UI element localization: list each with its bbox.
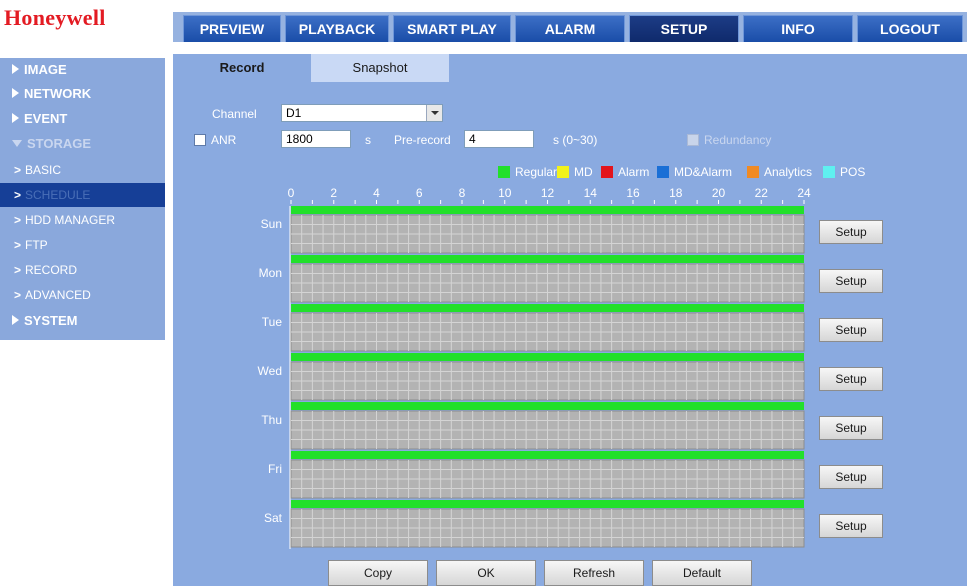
sidebar-section-label: EVENT: [24, 111, 68, 126]
chevron-right-icon: >: [14, 188, 22, 202]
setup-button-mon[interactable]: Setup: [819, 269, 883, 293]
chevron-right-icon: >: [14, 263, 22, 277]
schedule-bar-wed[interactable]: [291, 353, 804, 361]
sidebar-item-label: SCHEDULE: [25, 188, 91, 202]
chevron-right-icon: >: [14, 163, 22, 177]
chevron-right-icon: >: [14, 288, 22, 302]
sidebar-section-label: STORAGE: [27, 136, 92, 151]
x-tick-label: 20: [712, 186, 726, 200]
sidebar-item-schedule[interactable]: > SCHEDULE: [0, 183, 165, 207]
copy-button[interactable]: Copy: [328, 560, 428, 586]
sidebar-item-record[interactable]: > RECORD: [0, 258, 165, 282]
expand-arrow-icon: [12, 88, 19, 98]
sidebar-section-network[interactable]: NETWORK: [0, 83, 165, 105]
sidebar-item-label: ADVANCED: [25, 288, 91, 302]
setup-button-fri[interactable]: Setup: [819, 465, 883, 489]
x-tick-label: 16: [626, 186, 640, 200]
setup-button-thu[interactable]: Setup: [819, 416, 883, 440]
x-tick-label: 14: [584, 186, 598, 200]
honeywell-logo: Honeywell: [4, 5, 106, 30]
day-label: Wed: [258, 364, 282, 378]
schedule-bar-sat[interactable]: [291, 500, 804, 508]
x-tick-label: 2: [330, 186, 337, 200]
day-label: Mon: [259, 266, 282, 280]
x-tick-label: 6: [416, 186, 423, 200]
x-tick-label: 10: [498, 186, 512, 200]
sidebar-section-label: NETWORK: [24, 86, 92, 101]
nav-tab-alarm[interactable]: ALARM: [515, 15, 625, 42]
expand-arrow-icon: [12, 64, 19, 74]
sidebar-item-label: BASIC: [25, 163, 62, 177]
day-label: Thu: [261, 413, 282, 427]
schedule-bar-thu[interactable]: [291, 402, 804, 410]
refresh-button[interactable]: Refresh: [544, 560, 644, 586]
day-label: Fri: [268, 462, 282, 476]
x-tick-label: 0: [288, 186, 295, 200]
sidebar-item-label: FTP: [25, 238, 48, 252]
day-label: Sat: [264, 511, 283, 525]
nav-tab-playback[interactable]: PLAYBACK: [285, 15, 389, 42]
sidebar-section-storage[interactable]: STORAGE: [0, 133, 165, 155]
schedule-bar-sun[interactable]: [291, 206, 804, 214]
x-tick-label: 12: [541, 186, 555, 200]
setup-button-wed[interactable]: Setup: [819, 367, 883, 391]
collapse-arrow-icon: [12, 140, 22, 147]
sidebar-item-basic[interactable]: > BASIC: [0, 158, 165, 182]
main-nav: PREVIEW PLAYBACK SMART PLAY ALARM SETUP …: [173, 12, 967, 42]
sidebar-item-label: RECORD: [25, 263, 78, 277]
chevron-right-icon: >: [14, 238, 22, 252]
sidebar-section-event[interactable]: EVENT: [0, 108, 165, 130]
sidebar-item-label: HDD MANAGER: [25, 213, 116, 227]
sidebar-section-system[interactable]: SYSTEM: [0, 310, 165, 332]
top-bar: Honeywell PREVIEW PLAYBACK SMART PLAY AL…: [0, 0, 967, 42]
nav-tab-info[interactable]: INFO: [743, 15, 853, 42]
chevron-right-icon: >: [14, 213, 22, 227]
sidebar-section-label: IMAGE: [24, 62, 67, 77]
schedule-bar-mon[interactable]: [291, 255, 804, 263]
x-tick-label: 22: [755, 186, 769, 200]
schedule-bar-tue[interactable]: [291, 304, 804, 312]
sidebar: IMAGE NETWORK EVENT STORAGE > BASIC > SCHE…: [0, 58, 165, 340]
nav-tab-preview[interactable]: PREVIEW: [183, 15, 281, 42]
day-label: Tue: [262, 315, 283, 329]
sidebar-section-label: SYSTEM: [24, 313, 78, 328]
schedule-bar-fri[interactable]: [291, 451, 804, 459]
nav-tab-smart-play[interactable]: SMART PLAY: [393, 15, 511, 42]
nav-tab-setup[interactable]: SETUP: [629, 15, 739, 42]
default-button[interactable]: Default: [652, 560, 752, 586]
content-panel: Record Snapshot Channel D1 ANR 1800 s Pr…: [173, 54, 967, 586]
ok-button[interactable]: OK: [436, 560, 536, 586]
x-tick-label: 24: [797, 186, 811, 200]
setup-button-tue[interactable]: Setup: [819, 318, 883, 342]
sidebar-item-ftp[interactable]: > FTP: [0, 233, 165, 257]
setup-button-sun[interactable]: Setup: [819, 220, 883, 244]
setup-button-sat[interactable]: Setup: [819, 514, 883, 538]
sidebar-item-advanced[interactable]: > ADVANCED: [0, 283, 165, 307]
nav-tab-logout[interactable]: LOGOUT: [857, 15, 963, 42]
sidebar-item-hdd-manager[interactable]: > HDD MANAGER: [0, 208, 165, 232]
expand-arrow-icon: [12, 315, 19, 325]
x-tick-label: 18: [669, 186, 683, 200]
x-tick-label: 8: [459, 186, 466, 200]
x-tick-label: 4: [373, 186, 380, 200]
sidebar-section-image[interactable]: IMAGE: [0, 59, 165, 81]
expand-arrow-icon: [12, 113, 19, 123]
day-label: Sun: [261, 217, 282, 231]
